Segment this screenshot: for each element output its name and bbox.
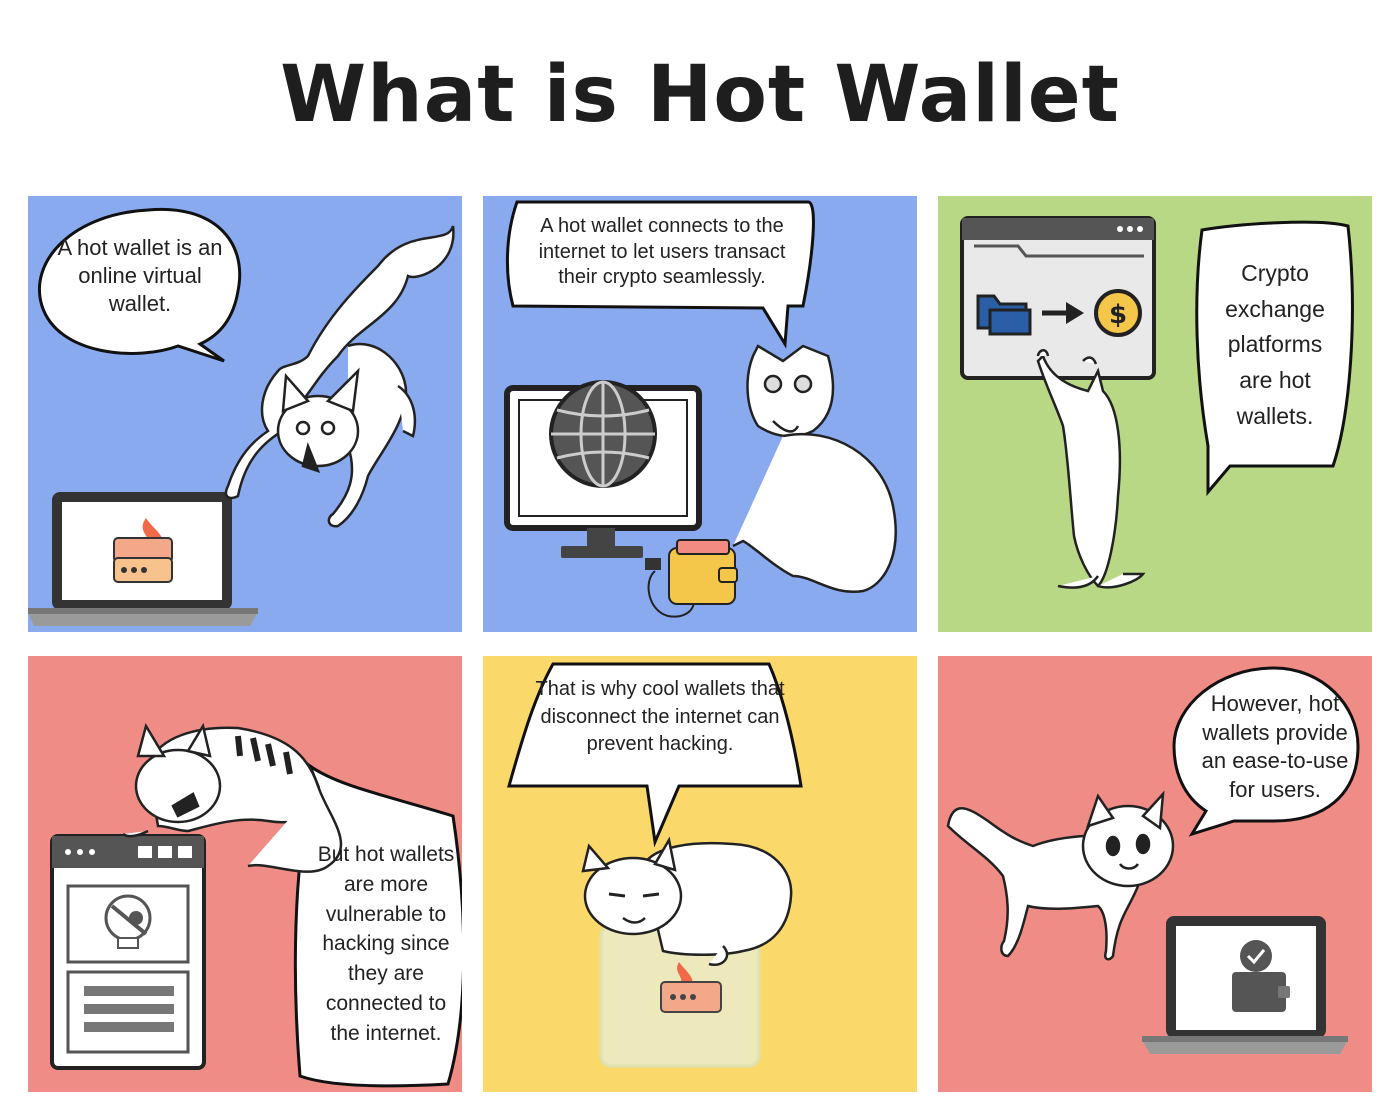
comic-panel-4: But hot wallets are more vulnerable to h… (28, 656, 462, 1092)
comic-panel-1: A hot wallet is an online virtual wallet… (28, 196, 462, 632)
speech-text: However, hot wallets provide an ease-to-… (1201, 691, 1349, 802)
comic-panel-3: $ Crypto exchange platforms are hot wall… (938, 196, 1372, 632)
speech-text: Crypto exchange platforms are hot wallet… (1225, 260, 1325, 429)
browser-window-icon (50, 834, 206, 1070)
page-title: What is Hot Wallet (280, 50, 1120, 140)
speech-text: A hot wallet connects to the internet to… (538, 215, 786, 289)
speech-text: That is why cool wallets that disconnect… (535, 678, 785, 756)
globe-icon (549, 380, 657, 488)
cat-icon (946, 790, 1175, 961)
comic-panel-6: However, hot wallets provide an ease-to-… (938, 656, 1372, 1092)
comic-panel-2: A hot wallet connects to the internet to… (483, 196, 917, 632)
comic-panel-5: That is why cool wallets that disconnect… (483, 656, 917, 1092)
wallet-plug-icon (645, 539, 738, 618)
dollar-coin-icon: $ (1094, 289, 1142, 337)
svg-text:$: $ (1109, 300, 1127, 330)
cat-icon (224, 225, 455, 528)
speech-text: But hot wallets are more vulnerable to h… (317, 843, 455, 1045)
cat-icon (1036, 349, 1146, 589)
speech-text: A hot wallet is an online virtual wallet… (57, 235, 223, 317)
cat-icon (732, 344, 897, 594)
